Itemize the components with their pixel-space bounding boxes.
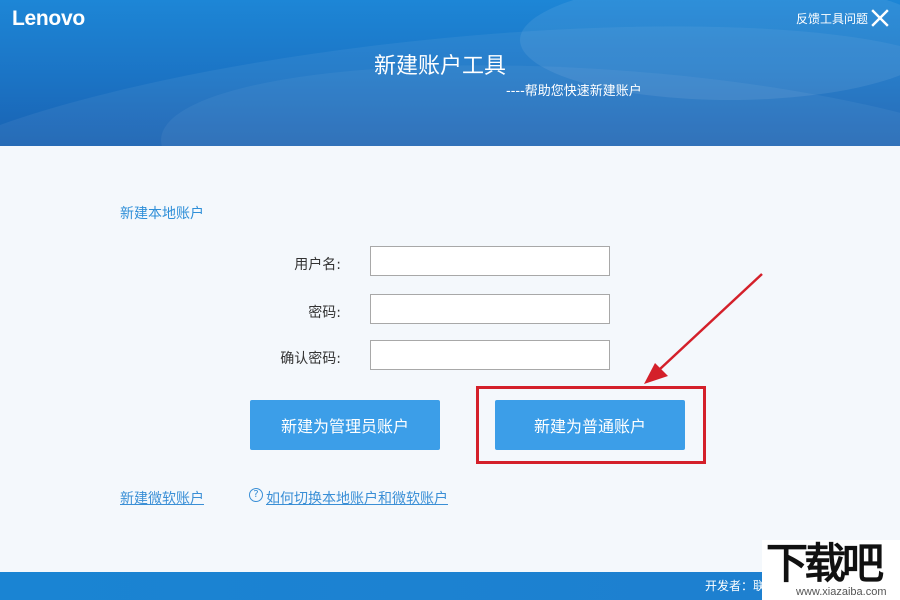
switch-account-help-link[interactable]: 如何切换本地账户和微软账户 xyxy=(266,488,448,508)
feedback-link[interactable]: 反馈工具问题 xyxy=(796,10,868,27)
password-label: 密码: xyxy=(308,305,341,321)
watermark-url: www.xiazaiba.com xyxy=(796,586,887,598)
watermark-logo-text: 下载吧 xyxy=(766,539,884,588)
confirm-password-label: 确认密码: xyxy=(280,351,341,367)
lenovo-logo: Lenovo xyxy=(12,7,85,30)
site-watermark: 下载吧 www.xiazaiba.com xyxy=(762,540,900,600)
section-title-local-account: 新建本地账户 xyxy=(120,206,204,222)
page-subtitle: ----帮助您快速新建账户 xyxy=(506,84,642,99)
help-icon[interactable]: ? xyxy=(249,488,263,502)
username-input[interactable] xyxy=(370,246,610,276)
confirm-password-input[interactable] xyxy=(370,340,610,370)
annotation-highlight-box xyxy=(476,386,706,464)
username-label: 用户名: xyxy=(294,257,341,273)
header-banner: Lenovo 反馈工具问题 新建账户工具 ----帮助您快速新建账户 xyxy=(0,0,900,146)
annotation-arrow xyxy=(644,273,763,384)
close-button[interactable] xyxy=(870,8,890,28)
password-input[interactable] xyxy=(370,294,610,324)
create-microsoft-account-link[interactable]: 新建微软账户 xyxy=(120,488,204,508)
developer-text: 开发者：联 xyxy=(705,579,766,593)
create-admin-account-button[interactable]: 新建为管理员账户 xyxy=(250,400,440,450)
close-icon xyxy=(871,9,889,27)
page-title: 新建账户工具 xyxy=(373,54,506,79)
